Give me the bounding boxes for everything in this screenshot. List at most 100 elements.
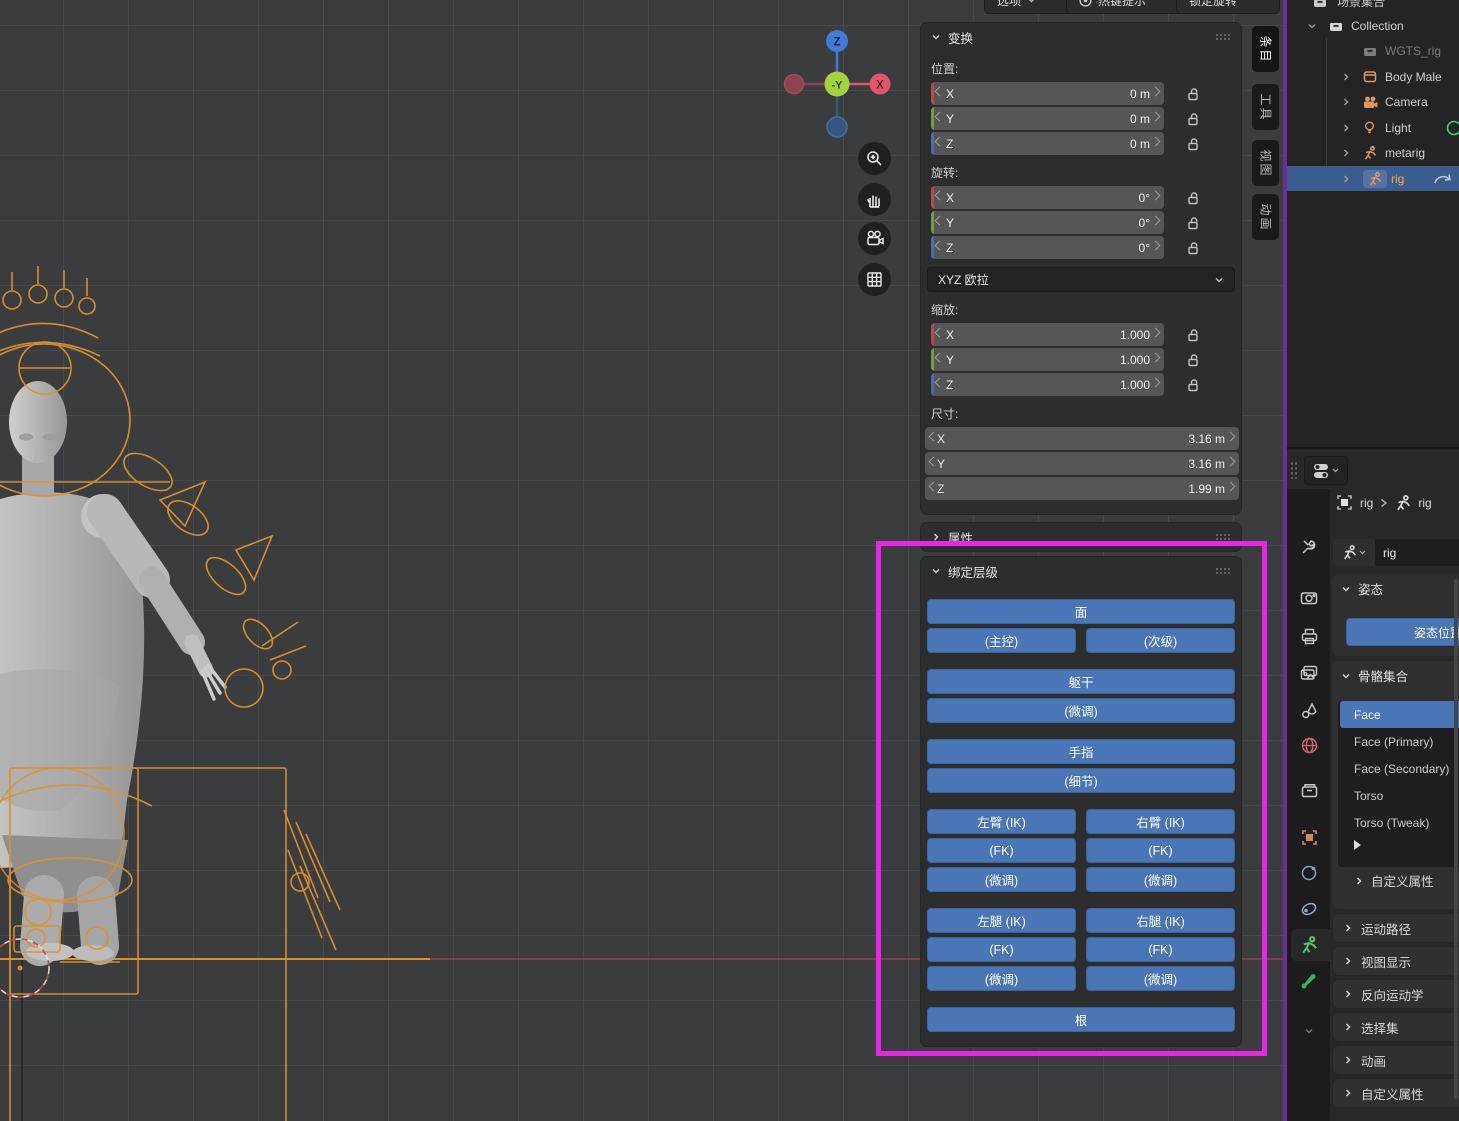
unlock-icon[interactable] <box>1164 328 1222 342</box>
increment-arrow-icon[interactable] <box>1150 377 1161 388</box>
decrement-arrow-icon[interactable] <box>934 327 945 338</box>
properties-tab-physics-icon[interactable] <box>1295 859 1323 887</box>
zoom-tool-button[interactable] <box>858 142 891 175</box>
increment-arrow-icon[interactable] <box>1150 327 1161 338</box>
custom-properties-subpanel[interactable]: 自定义属性 <box>1354 871 1434 890</box>
properties-tab-constraints-icon[interactable] <box>1295 895 1323 923</box>
editor-type-button[interactable] <box>1304 456 1348 485</box>
view-navigation-gizmo[interactable]: Z X -Y <box>775 20 905 150</box>
more-tabs-chevron-icon[interactable] <box>1295 1017 1323 1045</box>
breadcrumb-object-name[interactable]: rig <box>1360 496 1373 510</box>
unlock-icon[interactable] <box>1164 353 1222 367</box>
properties-scrollbar[interactable] <box>1454 579 1458 1099</box>
expand-chevron-icon[interactable] <box>1341 97 1351 107</box>
outliner-row-rig[interactable]: rig <box>1287 166 1459 191</box>
rotation-x-field[interactable]: X 0° <box>931 186 1164 209</box>
increment-arrow-icon[interactable] <box>1225 431 1236 442</box>
gizmo-axis-z[interactable]: Z <box>826 30 848 52</box>
region-grip-icon[interactable] <box>1290 461 1298 479</box>
rotation-y-field[interactable]: Y 0° <box>931 211 1164 234</box>
panel-grip-icon[interactable] <box>1215 33 1231 41</box>
increment-arrow-icon[interactable] <box>1150 240 1161 251</box>
properties-tab-tool-icon[interactable] <box>1295 533 1323 561</box>
camera-view-button[interactable] <box>858 222 891 255</box>
outliner-row-collection[interactable]: Collection <box>1287 13 1459 38</box>
collapsed-panel[interactable]: 运动路径 <box>1332 913 1459 943</box>
unlock-icon[interactable] <box>1164 112 1222 126</box>
unlock-icon[interactable] <box>1164 87 1222 101</box>
unlock-icon[interactable] <box>1164 216 1222 230</box>
bone-collection-row[interactable]: Face <box>1340 701 1459 728</box>
outliner-editor[interactable]: 场景集合 Collection WGTS_rig Body Male Camera Li… <box>1287 0 1459 447</box>
bone-collection-row[interactable]: Face (Secondary) <box>1338 755 1459 782</box>
expand-chevron-icon[interactable] <box>1341 174 1351 184</box>
decrement-arrow-icon[interactable] <box>934 240 945 251</box>
outliner-row-body-male[interactable]: Body Male <box>1287 64 1459 89</box>
ortho-grid-button[interactable] <box>858 263 891 296</box>
scale-x-field[interactable]: X 1.000 <box>931 323 1164 346</box>
location-x-field[interactable]: X 0 m <box>931 82 1164 105</box>
expand-chevron-icon[interactable] <box>1341 72 1351 82</box>
outliner-row-metarig[interactable]: metarig <box>1287 141 1459 166</box>
rotation-z-field[interactable]: Z 0° <box>931 236 1164 259</box>
gizmo-axis-neg-x[interactable] <box>783 73 805 95</box>
panel-grip-icon[interactable] <box>1215 533 1231 541</box>
collapsed-panel[interactable]: 选择集 <box>1332 1012 1459 1042</box>
decrement-arrow-icon[interactable] <box>934 190 945 201</box>
bone-collection-row[interactable]: Torso <box>1338 782 1459 809</box>
dimension-x-field[interactable]: X 3.16 m <box>925 427 1239 450</box>
pose-position-button[interactable]: 姿态位置 <box>1346 618 1459 646</box>
list-expand-row[interactable] <box>1338 836 1459 854</box>
pan-view-button[interactable] <box>858 183 891 216</box>
increment-arrow-icon[interactable] <box>1150 215 1161 226</box>
unlock-icon[interactable] <box>1164 137 1222 151</box>
increment-arrow-icon[interactable] <box>1150 352 1161 363</box>
decrement-arrow-icon[interactable] <box>934 352 945 363</box>
location-z-field[interactable]: Z 0 m <box>931 132 1164 155</box>
transform-panel-header[interactable]: 变换 <box>921 23 1241 51</box>
expand-chevron-icon[interactable] <box>1341 148 1351 158</box>
rotation-mode-dropdown[interactable]: XYZ 欧拉 <box>927 267 1235 292</box>
bone-collection-row[interactable]: Torso (Tweak) <box>1338 809 1459 836</box>
increment-arrow-icon[interactable] <box>1150 190 1161 201</box>
increment-arrow-icon[interactable] <box>1225 481 1236 492</box>
outliner-row-wgts-rig[interactable]: WGTS_rig <box>1287 39 1459 64</box>
properties-tab-render-icon[interactable] <box>1295 584 1323 612</box>
collapsed-panel[interactable]: 自定义属性 <box>1332 1078 1459 1108</box>
outliner-row-light[interactable]: Light <box>1287 115 1459 140</box>
sidebar-tab[interactable]: 视图 <box>1252 140 1279 186</box>
collapsed-panel[interactable]: 动画 <box>1332 1045 1459 1075</box>
character-model[interactable] <box>0 250 360 1121</box>
increment-arrow-icon[interactable] <box>1150 86 1161 97</box>
datablock-name-field[interactable]: rig <box>1375 539 1459 566</box>
unlock-icon[interactable] <box>1164 241 1222 255</box>
collapsed-panel[interactable]: 视图显示 <box>1332 946 1459 976</box>
properties-editor[interactable]: rig rig rig 姿态 姿态位置 骨骼集合 Face Face (Prim… <box>1287 447 1459 1121</box>
dimension-z-field[interactable]: Z 1.99 m <box>925 477 1239 500</box>
armature-rig-overlay[interactable] <box>0 266 341 1121</box>
properties-tab-world-icon[interactable] <box>1295 731 1323 759</box>
outliner-row-camera[interactable]: Camera <box>1287 90 1459 115</box>
datablock-type-button[interactable] <box>1333 539 1375 566</box>
scale-z-field[interactable]: Z 1.000 <box>931 373 1164 396</box>
collapsed-panel[interactable]: 反向运动学 <box>1332 979 1459 1009</box>
sidebar-tab[interactable]: 条目 <box>1252 26 1279 72</box>
decrement-arrow-icon[interactable] <box>934 86 945 97</box>
decrement-arrow-icon[interactable] <box>934 215 945 226</box>
properties-tab-object-icon[interactable] <box>1295 823 1323 851</box>
properties-tab-armature-data-icon[interactable] <box>1295 931 1323 959</box>
increment-arrow-icon[interactable] <box>1225 456 1236 467</box>
sidebar-tab[interactable]: 工具 <box>1252 84 1279 130</box>
pose-panel-header[interactable]: 姿态 <box>1332 574 1459 603</box>
properties-tab-scene-icon[interactable] <box>1295 696 1323 724</box>
sidebar-tab[interactable]: 动画 <box>1252 194 1279 240</box>
gizmo-axis-neg-z[interactable] <box>826 116 848 138</box>
outliner-row-scene-collection[interactable]: 场景集合 <box>1287 0 1459 14</box>
increment-arrow-icon[interactable] <box>1150 111 1161 122</box>
expand-chevron-icon[interactable] <box>1341 123 1351 133</box>
bone-collection-row[interactable]: Face (Primary) <box>1338 728 1459 755</box>
expand-chevron-icon[interactable] <box>1307 21 1317 31</box>
gizmo-axis-neg-y[interactable]: -Y <box>824 71 850 97</box>
properties-tab-bone-icon[interactable] <box>1295 967 1323 995</box>
location-y-field[interactable]: Y 0 m <box>931 107 1164 130</box>
